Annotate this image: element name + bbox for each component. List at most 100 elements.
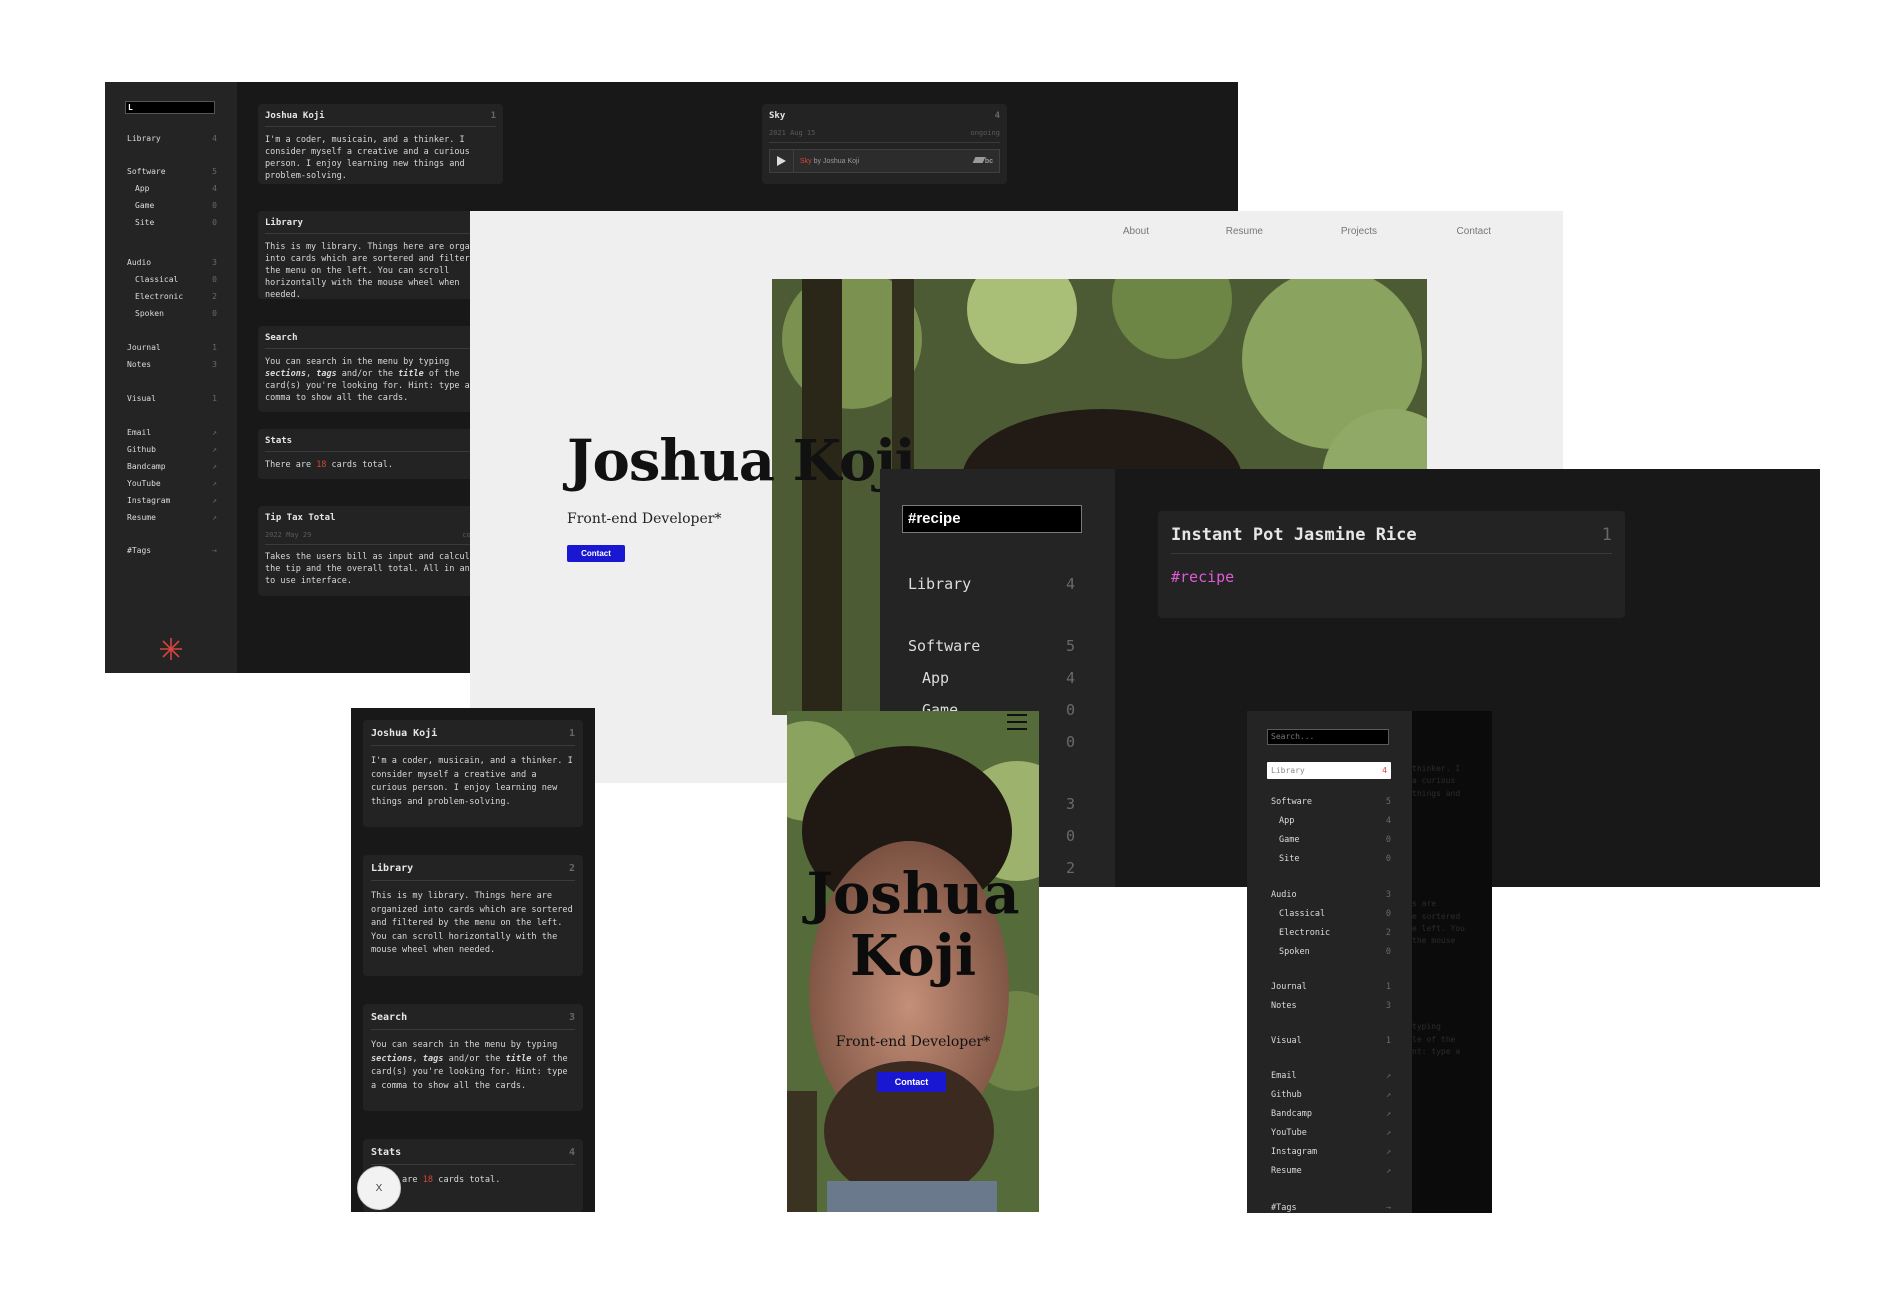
search-input[interactable]: #recipe (902, 505, 1082, 533)
sidebar-item[interactable]: Software 5 (1247, 797, 1412, 807)
sidebar-item-label: Instagram (127, 496, 171, 505)
card-library[interactable]: Library2 This is my library. Things here… (258, 211, 503, 300)
sidebar-item[interactable]: Library 4 (880, 575, 1115, 593)
card-search[interactable]: Search3 You can search in the menu by ty… (363, 1004, 583, 1111)
nav-link-about[interactable]: About (1035, 226, 1149, 237)
card-joshua-koji[interactable]: Joshua Koji 1 I'm a coder, musicain, and … (363, 720, 583, 827)
track-title[interactable]: Sky by Joshua Koji (794, 158, 974, 165)
sidebar-item[interactable]: App 4 (880, 669, 1115, 687)
sidebar-item[interactable]: YouTube ↗ (1247, 1128, 1412, 1138)
sidebar-item[interactable]: Spoken 0 (1247, 947, 1412, 957)
sidebar-item-label: Game (1279, 835, 1300, 845)
card-search[interactable]: Search3 You can search in the menu by ty… (258, 326, 503, 412)
card-number: 1 (1601, 525, 1612, 545)
sidebar-item[interactable]: Game 0 (105, 201, 237, 210)
contact-button[interactable]: Contact (567, 545, 625, 562)
sidebar-item-count: 3 (1385, 1001, 1391, 1011)
contact-button[interactable]: Contact (877, 1072, 946, 1092)
sidebar-item[interactable]: Bandcamp ↗ (105, 462, 237, 471)
sidebar-item[interactable]: Visual 1 (1247, 1036, 1412, 1046)
sidebar-item[interactable]: YouTube ↗ (105, 479, 237, 488)
sidebar-item[interactable]: Game 0 (1247, 835, 1412, 845)
sidebar-item[interactable]: Journal 1 (1247, 982, 1412, 992)
sidebar-item[interactable]: Bandcamp ↗ (1247, 1109, 1412, 1119)
card-body: I'm a coder, musicain, and a thinker. I … (371, 756, 573, 807)
background-card-text: typing (1412, 1022, 1441, 1032)
menu-icon[interactable] (1007, 714, 1027, 730)
sidebar-item[interactable]: Electronic 2 (1247, 928, 1412, 938)
sidebar-item[interactable]: Email ↗ (1247, 1071, 1412, 1081)
sidebar-item[interactable]: Audio 3 (1247, 890, 1412, 900)
sidebar-item-count: 0 (1385, 854, 1391, 864)
close-button[interactable]: X (357, 1166, 401, 1210)
nav-link-projects[interactable]: Projects (1263, 226, 1377, 237)
card-title: Stats (371, 1147, 402, 1158)
sidebar-item[interactable]: Notes 3 (105, 360, 237, 369)
sidebar-item[interactable]: #Tags → (105, 546, 237, 555)
sidebar-item[interactable]: Classical 0 (1247, 909, 1412, 919)
card-stats[interactable]: Stats4 There are 18 cards total. (258, 429, 503, 479)
card-title: Search (371, 1012, 408, 1023)
sidebar-item[interactable]: Resume ↗ (105, 513, 237, 522)
sidebar-item-count: 0 (212, 275, 217, 284)
card-instant-pot-jasmine-rice[interactable]: Instant Pot Jasmine Rice 1 #recipe (1158, 511, 1625, 618)
sidebar-item[interactable]: Journal 1 (105, 343, 237, 352)
sidebar-item[interactable]: Classical 0 (105, 275, 237, 284)
sidebar-item-label: Library (127, 134, 161, 143)
sidebar-item[interactable]: Github ↗ (1247, 1090, 1412, 1100)
sidebar-item-label: #Tags (127, 546, 152, 555)
sidebar-item-count: 5 (1385, 797, 1391, 807)
sidebar-item-count: 0 (1385, 909, 1391, 919)
card-joshua-koji[interactable]: Joshua Koji 1 I'm a coder, musicain, and … (258, 104, 503, 184)
sidebar-item[interactable]: Software 5 (105, 167, 237, 176)
sidebar-item[interactable]: Visual 1 (105, 394, 237, 403)
sidebar-item-count: 4 (1382, 766, 1387, 775)
sidebar-item[interactable]: Email ↗ (105, 428, 237, 437)
sidebar-item[interactable]: App 4 (1247, 816, 1412, 826)
nav-link-contact[interactable]: Contact (1377, 226, 1491, 237)
card-body: I'm a coder, musicain, and a thinker. I … (265, 135, 470, 181)
sidebar-item-label: Classical (1279, 909, 1326, 919)
sidebar-item-library[interactable]: Library 4 (1267, 762, 1391, 779)
top-nav: About Resume Projects Contact (1035, 226, 1491, 237)
sidebar-item[interactable]: Github ↗ (105, 445, 237, 454)
sidebar-item[interactable]: Site 0 (1247, 854, 1412, 864)
sidebar-item-count: ↗ (212, 445, 217, 454)
sidebar-item-label: #Tags (1271, 1203, 1297, 1213)
sidebar-item[interactable]: Resume ↗ (1247, 1166, 1412, 1176)
sidebar-item[interactable]: Library 4 (105, 134, 237, 143)
bandcamp-logo[interactable]: bc (972, 157, 999, 165)
sidebar-item[interactable]: Software 5 (880, 637, 1115, 655)
sidebar-item-count: 4 (212, 184, 217, 193)
card-tip-tax-total[interactable]: Tip Tax Total 2022 May 29complete Takes … (258, 506, 503, 596)
sidebar-item[interactable]: App 4 (105, 184, 237, 193)
sidebar-item[interactable]: Spoken 0 (105, 309, 237, 318)
sidebar: L Library 4 Software 5 App 4 Game 0 Site 0 Audio 3 C… (105, 82, 237, 673)
card-library[interactable]: Library2 This is my library. Things here… (363, 855, 583, 976)
sidebar-item[interactable]: Audio 3 (105, 258, 237, 267)
card-body: There are 18 cards total. (265, 460, 393, 470)
card-title: Sky (769, 111, 786, 121)
tag-link[interactable]: #recipe (1171, 568, 1612, 586)
card-title: Joshua Koji (265, 111, 325, 121)
card-sky[interactable]: Sky 4 2021 Aug 15 ongoing Sky by Joshua Ko… (762, 104, 1007, 184)
sidebar-item-label: Email (127, 428, 152, 437)
bandcamp-player[interactable]: Sky by Joshua Koji bc (769, 149, 1000, 173)
play-button[interactable] (770, 150, 794, 172)
search-input[interactable]: L (125, 101, 215, 114)
nav-link-resume[interactable]: Resume (1149, 226, 1263, 237)
background-card-text: e sortered (1412, 911, 1461, 921)
background-card-text: e left. You (1412, 923, 1465, 933)
hero-role: Front-end Developer* (835, 1034, 991, 1050)
sidebar-item[interactable]: Electronic 2 (105, 292, 237, 301)
sidebar-item[interactable]: Site 0 (105, 218, 237, 227)
card-title: Stats (265, 436, 293, 446)
sidebar-item[interactable]: Instagram ↗ (1247, 1147, 1412, 1157)
portfolio-mobile-screenshot: Joshua Koji Front-end Developer* Contact (787, 711, 1039, 1212)
sidebar-item[interactable]: Instagram ↗ (105, 496, 237, 505)
sidebar-item[interactable]: Notes 3 (1247, 1001, 1412, 1011)
search-input[interactable]: Search... (1267, 729, 1389, 745)
card-count: 18 (316, 460, 327, 470)
card-body: This is my library. Things here are orga… (265, 242, 496, 300)
sidebar-item[interactable]: #Tags → (1247, 1203, 1412, 1213)
